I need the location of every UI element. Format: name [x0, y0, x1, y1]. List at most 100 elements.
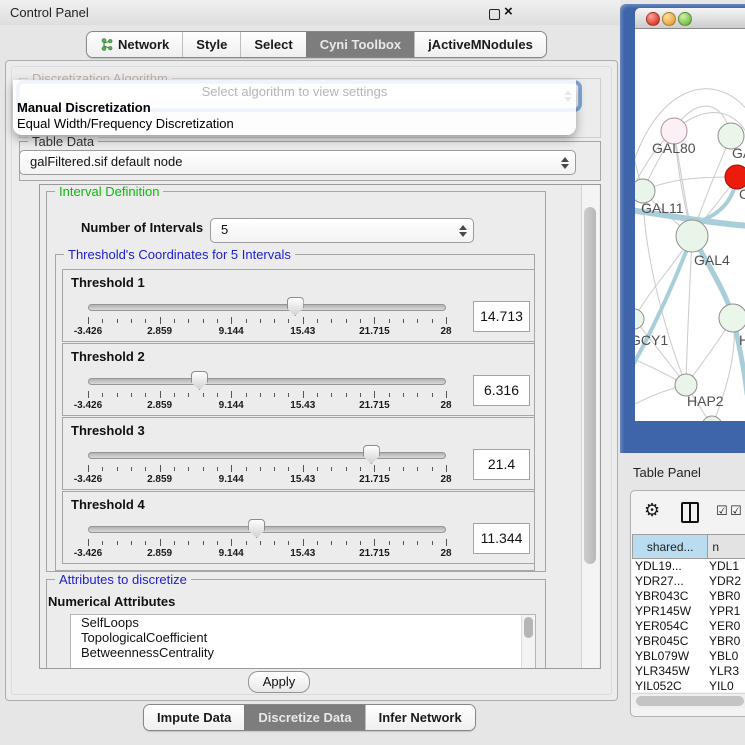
gear-icon[interactable]: ⚙	[644, 500, 660, 521]
slider-thumb[interactable]	[191, 371, 208, 390]
table-row[interactable]: YDL19...YDL1	[632, 559, 745, 574]
slider-track[interactable]	[88, 526, 446, 533]
threshold-slider[interactable]: -3.4262.8599.14415.4321.71528	[88, 296, 446, 338]
tab-discretize-data[interactable]: Discretize Data	[244, 705, 364, 730]
slider-thumb[interactable]	[248, 519, 265, 538]
combo-value: galFiltered.sif default node	[30, 151, 182, 173]
tick-label: 9.144	[219, 326, 244, 337]
threshold-value-field[interactable]: 11.344	[473, 523, 530, 554]
number-of-intervals-combo[interactable]: 5	[210, 218, 474, 243]
network-node[interactable]	[635, 309, 644, 329]
split-columns-icon[interactable]	[681, 502, 699, 523]
tab-impute-data[interactable]: Impute Data	[144, 705, 244, 730]
slider-track[interactable]	[88, 452, 446, 459]
threshold-value-field[interactable]: 6.316	[473, 375, 530, 406]
tick-label: 28	[440, 474, 451, 485]
numerical-attributes-list[interactable]: SelfLoopsTopologicalCoefficientBetweenne…	[70, 614, 536, 669]
control-panel-titlebar: Control Panel ×	[0, 0, 620, 25]
tab-infer-network[interactable]: Infer Network	[365, 705, 475, 730]
network-window-titlebar[interactable]	[635, 8, 745, 29]
tick-label: 9.144	[219, 548, 244, 559]
list-item[interactable]: BetweennessCentrality	[71, 645, 535, 660]
tick-label: 21.715	[359, 474, 390, 485]
threshold-label: Threshold 2	[71, 349, 145, 364]
combo-value: 5	[221, 219, 228, 241]
tab-cyni-toolbox[interactable]: Cyni Toolbox	[306, 32, 414, 57]
table-row[interactable]: YER054CYER0	[632, 619, 745, 634]
tick-label: -3.426	[74, 548, 102, 559]
list-scrollbar-thumb[interactable]	[524, 617, 533, 638]
panel-title: Control Panel	[10, 5, 89, 20]
minimize-traffic-light-icon[interactable]	[662, 12, 676, 26]
threshold-3-box: Threshold 3-3.4262.8599.14415.4321.71528…	[62, 417, 535, 490]
spinner-icon	[561, 157, 568, 169]
tab-jactivemnodules[interactable]: jActiveMNodules	[414, 32, 546, 57]
table-panel: ⚙ ☑ ☑ shared... n YDL19...YDL1YDR27...YD…	[630, 490, 745, 717]
table-row[interactable]: YBR045CYBR0	[632, 634, 745, 649]
slider-thumb[interactable]	[363, 445, 380, 464]
float-window-icon[interactable]	[489, 9, 500, 20]
table-data-combo[interactable]: galFiltered.sif default node	[19, 150, 576, 175]
table-row[interactable]: YDR27...YDR2	[632, 574, 745, 589]
column-header-shared[interactable]: shared...	[632, 534, 708, 559]
table-hscrollbar-thumb[interactable]	[636, 696, 744, 706]
node-label: GAL11	[641, 200, 684, 216]
table-row[interactable]: YPR145WYPR1	[632, 604, 745, 619]
list-item[interactable]: TopologicalCoefficient	[71, 630, 535, 645]
zoom-traffic-light-icon[interactable]	[678, 12, 692, 26]
table-hscrollbar[interactable]	[632, 693, 745, 708]
table-row[interactable]: YBL079WYBL0	[632, 649, 745, 664]
tick-label: 15.43	[290, 326, 315, 337]
table-row[interactable]: YLR345WYLR3	[632, 664, 745, 679]
threshold-value-field[interactable]: 14.713	[473, 301, 530, 332]
popup-item-equal-width-frequency[interactable]: Equal Width/Frequency Discretization	[17, 116, 234, 131]
threshold-slider[interactable]: -3.4262.8599.14415.4321.71528	[88, 518, 446, 560]
network-canvas[interactable]: GAL80GALCGAL11GAL4GCY1HHAP2	[635, 29, 745, 421]
checkbox-checked-icon[interactable]: ☑	[716, 504, 728, 519]
group-title: Table Data	[28, 134, 98, 149]
table-row[interactable]: YIL052CYIL0	[632, 679, 745, 692]
network-graph[interactable]: GAL80GALCGAL11GAL4GCY1HHAP2	[635, 29, 745, 421]
network-node[interactable]	[676, 220, 708, 252]
slider-track[interactable]	[88, 304, 446, 311]
tick-label: 2.859	[147, 400, 172, 411]
tick-label: 28	[440, 326, 451, 337]
tick-label: 2.859	[147, 548, 172, 559]
list-scrollbar[interactable]	[521, 615, 535, 669]
panel-scrollbar[interactable]	[581, 185, 599, 668]
slider-ticks	[88, 539, 446, 547]
close-icon[interactable]: ×	[504, 3, 513, 20]
number-of-intervals-label: Number of Intervals	[81, 220, 203, 235]
threshold-slider[interactable]: -3.4262.8599.14415.4321.71528	[88, 444, 446, 486]
algorithm-dropdown-popup: Select algorithm to view settings Manual…	[13, 80, 576, 135]
tab-select[interactable]: Select	[240, 32, 305, 57]
threshold-4-box: Threshold 4-3.4262.8599.14415.4321.71528…	[62, 491, 535, 564]
tick-label: 2.859	[147, 326, 172, 337]
slider-thumb[interactable]	[287, 297, 304, 316]
network-node[interactable]	[719, 304, 745, 332]
apply-button[interactable]: Apply	[248, 671, 310, 693]
network-window-frame[interactable]: GAL80GALCGAL11GAL4GCY1HHAP2	[620, 4, 745, 453]
table-panel-title: Table Panel	[633, 465, 701, 480]
tab-network[interactable]: Network	[87, 32, 182, 57]
close-traffic-light-icon[interactable]	[646, 12, 660, 26]
threshold-value-field[interactable]: 21.4	[473, 449, 530, 480]
tab-style[interactable]: Style	[182, 32, 240, 57]
node-label: GAL4	[694, 252, 730, 268]
tick-label: 21.715	[359, 548, 390, 559]
panel-scrollbar-thumb[interactable]	[584, 207, 596, 564]
network-icon	[100, 38, 113, 51]
tick-label: -3.426	[74, 400, 102, 411]
tick-label: 15.43	[290, 474, 315, 485]
node-label: GAL	[732, 145, 745, 161]
threshold-slider[interactable]: -3.4262.8599.14415.4321.71528	[88, 370, 446, 412]
network-node[interactable]	[702, 416, 722, 421]
popup-item-manual-discretization[interactable]: Manual Discretization	[17, 100, 151, 115]
tick-label: 28	[440, 400, 451, 411]
threshold-label: Threshold 3	[71, 423, 145, 438]
list-item[interactable]: SelfLoops	[71, 615, 535, 630]
checkbox-checked-icon[interactable]: ☑	[730, 504, 742, 519]
column-header-name[interactable]: n	[708, 534, 745, 559]
slider-track[interactable]	[88, 378, 446, 385]
table-row[interactable]: YBR043CYBR0	[632, 589, 745, 604]
